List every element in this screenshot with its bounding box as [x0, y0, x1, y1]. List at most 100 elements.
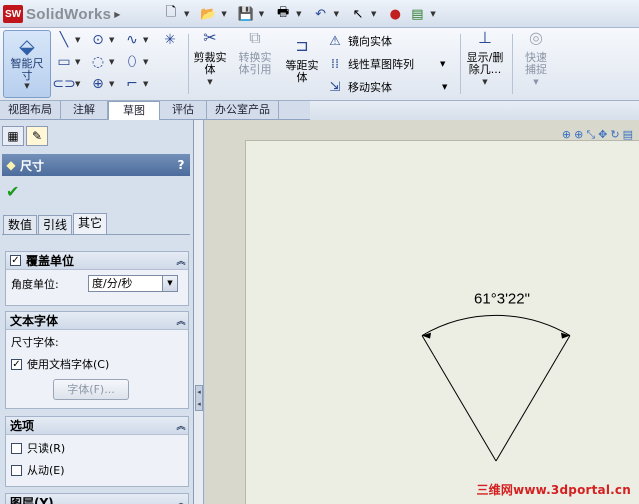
property-manager-icon[interactable]: ✎ [26, 126, 48, 146]
spline-icon[interactable]: ∿ [122, 31, 142, 49]
chevron-down-icon[interactable]: ▼ [143, 80, 148, 88]
feature-tree-icon[interactable]: ▦ [2, 126, 24, 146]
graphics-area[interactable]: ⊕ ⊕ ⤡ ✥ ↻ ▤ 61°3'22" 三维网www.3dportal.cn [205, 120, 639, 504]
driven-option[interactable]: 从动(E) [11, 462, 65, 478]
drawing-sheet[interactable]: ⊕ ⊕ ⤡ ✥ ↻ ▤ 61°3'22" [245, 128, 639, 504]
layer-header[interactable]: 图层(Y) ︽ [6, 494, 188, 504]
collapse-icon[interactable]: ︽ [174, 419, 188, 432]
fillet-icon[interactable]: ⌐ [122, 75, 142, 93]
sketch-drawing[interactable]: 61°3'22" [246, 141, 639, 504]
zoom-fit-icon[interactable]: ⊕ [562, 128, 571, 142]
line-icon[interactable]: ╲ [54, 31, 74, 49]
mirror-entities-button[interactable]: ⚠ 镜向实体 [326, 32, 392, 50]
sketch-tools-grid: ╲ ▼ ⊙ ▼ ∿ ▼ ✳ ▭ ▼ ◌ ▼ ⬯ ▼ ⊂⊃ ▼ ⊕ ▼ ⌐ ▼ [52, 31, 186, 97]
traffic-light-icon[interactable]: ● [386, 5, 404, 23]
chevron-down-icon[interactable]: ▼ [296, 10, 301, 18]
options-header[interactable]: 选项 ︽ [6, 417, 188, 435]
chevron-down-icon[interactable]: ▼ [462, 76, 508, 88]
tab-other[interactable]: 其它 [73, 213, 108, 234]
driven-checkbox[interactable] [11, 464, 22, 476]
chevron-down-icon[interactable]: ▼ [75, 36, 80, 44]
override-units-header[interactable]: ✓ 覆盖单位 ︽ [6, 252, 188, 270]
collapse-panel-icon[interactable]: ◂ ◂ [195, 385, 203, 411]
select-cursor-icon[interactable]: ↖ [349, 5, 367, 23]
angle-dimension-text[interactable]: 61°3'22" [474, 290, 530, 307]
move-entities-button[interactable]: ⇲ 移动实体 ▼ [326, 78, 448, 96]
trim-entities-button[interactable]: ✂ 剪裁实体 ▼ [190, 30, 230, 88]
chevron-down-icon[interactable]: ▼ [109, 58, 114, 66]
panel-splitter[interactable]: ◂ ◂ [194, 120, 204, 504]
chevron-down-icon[interactable]: ▼ [190, 76, 230, 88]
new-document-icon[interactable]: 🗋 [162, 5, 180, 23]
chevron-down-icon[interactable]: ▼ [143, 58, 148, 66]
sketch-line-right[interactable] [495, 354, 559, 462]
offset-entities-button[interactable]: ⊐ 等距实体 [282, 38, 322, 84]
tab-view-layout[interactable]: 视图布局 [0, 101, 61, 120]
print-icon[interactable]: 🖶 [274, 5, 292, 23]
app-title: SolidWorks [26, 5, 112, 23]
angle-unit-label: 角度单位: [11, 278, 59, 291]
linear-pattern-button[interactable]: ⁞⁞ 线性草图阵列 ▼ [326, 55, 446, 73]
convert-entities-button[interactable]: ⧉ 转换实体引用 [234, 30, 276, 76]
help-icon[interactable]: ? [172, 158, 190, 172]
collapse-icon[interactable]: ︽ [174, 496, 188, 504]
collapse-icon[interactable]: ︽ [174, 314, 188, 327]
chevron-down-icon[interactable]: ▼ [221, 10, 226, 18]
chevron-down-icon[interactable]: ▼ [514, 76, 558, 88]
tab-sketch[interactable]: 草图 [108, 101, 160, 121]
chevron-down-icon[interactable]: ▼ [143, 36, 148, 44]
zoom-select-icon[interactable]: ⤡ [586, 128, 595, 142]
chevron-down-icon[interactable]: ▼ [75, 58, 80, 66]
open-folder-icon[interactable]: 📂 [199, 5, 217, 23]
chevron-down-icon[interactable]: ▼ [442, 83, 447, 91]
show-hide-relations-button[interactable]: ⊥ 显示/删除几... ▼ [462, 30, 508, 88]
use-document-font-option[interactable]: ✓ 使用文档字体(C) [11, 356, 109, 372]
chevron-down-icon[interactable]: ▼ [334, 10, 339, 18]
menu-arrow-icon[interactable]: ▶ [114, 10, 120, 19]
circle-icon[interactable]: ⊙ [88, 31, 108, 49]
save-icon[interactable]: 💾 [237, 5, 255, 23]
undo-icon[interactable]: ↶ [312, 5, 330, 23]
sketch-line-left[interactable] [433, 354, 497, 462]
chevron-down-icon[interactable]: ▼ [259, 10, 264, 18]
chevron-down-icon[interactable]: ▼ [75, 80, 80, 88]
point-icon[interactable]: ✳ [160, 31, 180, 49]
polygon-icon[interactable]: ⊕ [88, 75, 108, 93]
tab-evaluate[interactable]: 评估 [160, 101, 207, 120]
tab-leaders[interactable]: 引线 [38, 215, 73, 234]
text-font-header[interactable]: 文本字体 ︽ [6, 312, 188, 330]
font-button[interactable]: 字体(F)... [53, 379, 129, 400]
arc-icon[interactable]: ◌ [88, 53, 108, 71]
slot-icon[interactable]: ⊂⊃ [52, 75, 75, 93]
pan-icon[interactable]: ✥ [598, 128, 607, 142]
rotate-icon[interactable]: ↻ [610, 128, 619, 142]
chevron-down-icon[interactable]: ▼ [184, 10, 189, 18]
view-more-icon[interactable]: ▤ [623, 128, 633, 142]
chevron-down-icon[interactable]: ▼ [162, 276, 177, 291]
zoom-area-icon[interactable]: ⊕ [574, 128, 583, 142]
readonly-option[interactable]: 只读(R) [11, 440, 65, 456]
smart-dimension-button[interactable]: ⬙ 智能尺寸 ▼ [3, 30, 51, 98]
tab-annotation[interactable]: 注解 [61, 101, 108, 120]
angle-unit-select[interactable]: 度/分/秒 ▼ [88, 275, 178, 292]
quick-snaps-button[interactable]: ◎ 快速捕捉 ▼ [514, 30, 558, 88]
ellipse-icon[interactable]: ⬯ [122, 53, 142, 71]
solidworks-logo[interactable]: SW SolidWorks ▶ [3, 4, 133, 24]
chevron-down-icon[interactable]: ▼ [430, 10, 435, 18]
ok-check-icon[interactable]: ✔ [6, 182, 19, 201]
use-document-font-checkbox[interactable]: ✓ [11, 358, 22, 370]
tab-office-products[interactable]: 办公室产品 [207, 101, 279, 120]
collapse-icon[interactable]: ︽ [174, 254, 188, 267]
chevron-down-icon[interactable]: ▼ [109, 36, 114, 44]
readonly-checkbox[interactable] [11, 442, 22, 454]
panel-tabs: ▦ ✎ [2, 126, 48, 146]
options-icon[interactable]: ▤ [408, 5, 426, 23]
chevron-down-icon[interactable]: ▼ [109, 80, 114, 88]
chevron-down-icon[interactable]: ▼ [371, 10, 376, 18]
dimension-arc[interactable] [421, 314, 571, 337]
chevron-down-icon[interactable]: ▼ [4, 82, 50, 90]
rectangle-icon[interactable]: ▭ [54, 53, 74, 71]
override-units-checkbox[interactable]: ✓ [10, 255, 21, 266]
tab-value[interactable]: 数值 [3, 215, 38, 234]
chevron-down-icon[interactable]: ▼ [440, 60, 445, 68]
